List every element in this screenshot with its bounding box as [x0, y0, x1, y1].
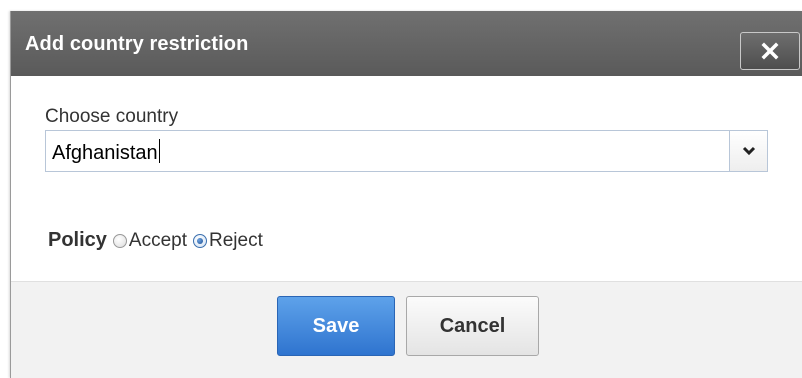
dialog-titlebar: Add country restriction — [11, 11, 802, 76]
cancel-button[interactable]: Cancel — [406, 296, 539, 356]
dialog-title: Add country restriction — [25, 33, 249, 55]
close-button[interactable] — [740, 32, 800, 70]
reject-radio[interactable] — [193, 233, 208, 248]
country-input-value[interactable]: Afghanistan — [52, 139, 160, 165]
choose-country-label: Choose country — [45, 106, 179, 127]
dialog-footer: Save Cancel — [11, 281, 802, 378]
accept-radio[interactable] — [112, 233, 127, 248]
dialog-body: Choose country Afghanistan Policy Accept… — [11, 76, 802, 281]
add-country-restriction-dialog: Add country restriction Choose country A… — [10, 11, 802, 378]
reject-radio-label[interactable]: Reject — [209, 230, 263, 252]
chevron-down-icon — [742, 146, 755, 156]
close-x-icon — [761, 42, 779, 60]
policy-label: Policy — [48, 229, 107, 251]
text-caret — [158, 139, 160, 163]
save-button[interactable]: Save — [277, 296, 395, 356]
policy-row: Policy Accept Reject — [48, 229, 269, 252]
accept-radio-label[interactable]: Accept — [129, 230, 187, 252]
country-dropdown-button[interactable] — [729, 131, 767, 171]
country-select[interactable]: Afghanistan — [45, 130, 768, 172]
